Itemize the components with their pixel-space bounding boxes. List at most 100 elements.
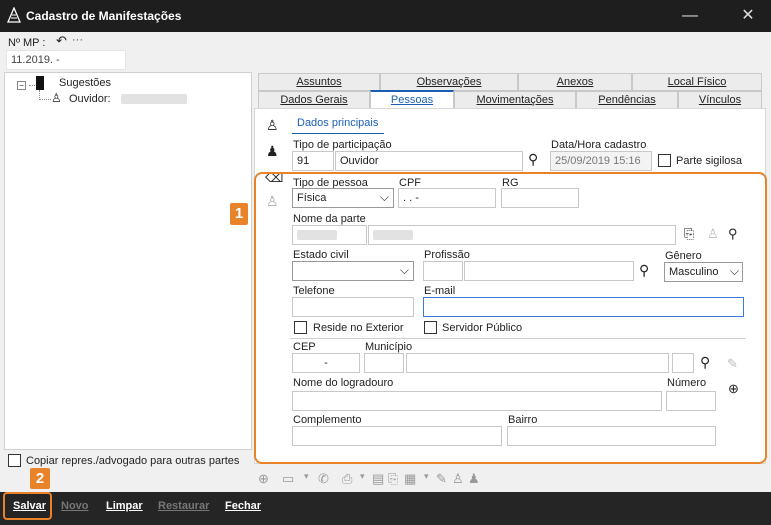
rg-field[interactable] — [501, 188, 579, 208]
person-lock-icon[interactable]: ♟ — [266, 143, 279, 160]
novo-button[interactable]: Novo — [61, 500, 89, 512]
address-disabled-icon: ✎ — [727, 356, 738, 371]
cep-field[interactable]: - — [292, 353, 360, 373]
person-icon[interactable]: ♙ — [266, 117, 279, 134]
restaurar-button[interactable]: Restaurar — [158, 500, 209, 512]
data-hora-field: 25/09/2019 15:16 — [550, 151, 652, 171]
reside-exterior-checkbox[interactable] — [294, 321, 307, 334]
logradouro-label: Nome do logradouro — [293, 377, 394, 389]
person-icon: ♙ — [51, 91, 62, 105]
calendar-icon[interactable]: ▦ — [404, 471, 416, 487]
email-field[interactable] — [423, 297, 744, 317]
tab-movimentacoes[interactable]: Movimentações — [454, 91, 576, 109]
genero-value: Masculino — [669, 266, 719, 278]
copiar-label: Copiar repres./advogado para outras part… — [26, 455, 240, 467]
folder-icon — [36, 76, 44, 90]
undo-icon[interactable]: ↶ — [56, 33, 67, 49]
profissao-label: Profissão — [424, 249, 470, 261]
copiar-checkbox[interactable] — [8, 454, 21, 467]
tree-item-ouvidor[interactable]: Ouvidor: — [69, 93, 111, 105]
phone-icon[interactable]: ✆ — [318, 471, 329, 487]
chevron-down-icon: ⌵ — [729, 264, 739, 278]
divider — [290, 338, 746, 339]
genero-label: Gênero — [665, 250, 702, 262]
estado-civil-label: Estado civil — [293, 249, 349, 261]
person-disabled-icon: ♙ — [707, 226, 719, 241]
tab-local-fisico[interactable]: Local Físico — [632, 73, 762, 91]
badge-1: 1 — [230, 203, 248, 225]
attach-icon[interactable]: ⎘ — [388, 471, 398, 487]
bairro-label: Bairro — [508, 414, 538, 426]
tipo-pessoa-select[interactable]: Física ⌵ — [292, 188, 394, 208]
title-bar: Cadastro de Manifestações — ✕ — [0, 0, 771, 32]
bairro-field[interactable] — [507, 426, 716, 446]
data-hora-label: Data/Hora cadastro — [551, 139, 647, 151]
tab-vinculos[interactable]: Vínculos — [678, 91, 762, 109]
nmp-label: Nº MP : — [8, 37, 46, 49]
nome-parte-field[interactable] — [368, 225, 676, 245]
telefone-field[interactable] — [292, 297, 414, 317]
tree-item-sugestoes[interactable]: Sugestões — [59, 77, 111, 89]
people-icon[interactable]: ♙ — [452, 471, 464, 487]
tipo-pessoa-value: Física — [297, 192, 327, 204]
tipo-participacao-code[interactable]: 91 — [292, 151, 334, 171]
subtab-dados-principais[interactable]: Dados principais — [297, 117, 378, 129]
collapse-icon[interactable]: − — [17, 81, 26, 90]
minimize-icon[interactable]: — — [680, 6, 700, 26]
add-address-icon[interactable]: ⊕ — [728, 381, 739, 397]
group-icon[interactable]: ♟ — [468, 471, 480, 487]
complemento-label: Complemento — [293, 414, 362, 426]
chevron-down-icon: ⌵ — [399, 263, 409, 277]
tipo-participacao-field[interactable]: Ouvidor — [335, 151, 523, 171]
nome-parte-code[interactable] — [292, 225, 367, 245]
nmp-field[interactable]: 11.2019. - — [6, 50, 126, 70]
municipio-code[interactable] — [364, 353, 404, 373]
tree-panel: − Sugestões ♙ Ouvidor: — [4, 72, 252, 450]
limpar-button[interactable]: Limpar — [106, 500, 143, 512]
close-icon[interactable]: ✕ — [738, 6, 758, 26]
cep-label: CEP — [293, 341, 316, 353]
chevron-down-icon: ⌵ — [379, 190, 389, 204]
print-icon[interactable]: ⎙ — [342, 471, 352, 487]
tab-observacoes[interactable]: Observações — [380, 73, 518, 91]
search-icon[interactable]: ⚲ — [528, 151, 538, 168]
logradouro-field[interactable] — [292, 391, 662, 411]
tab-pendencias[interactable]: Pendências — [576, 91, 678, 109]
profissao-code[interactable] — [423, 261, 463, 281]
chevron-down-icon[interactable]: ▾ — [360, 471, 365, 482]
municipio-label: Município — [365, 341, 413, 353]
window-title: Cadastro de Manifestações — [26, 9, 182, 23]
document-icon[interactable]: ▤ — [372, 471, 384, 487]
parte-sigilosa-checkbox[interactable] — [658, 154, 671, 167]
telefone-label: Telefone — [293, 285, 335, 297]
person-search-icon[interactable]: ⚲ — [728, 226, 738, 242]
tab-pessoas[interactable]: Pessoas — [370, 90, 454, 109]
nome-parte-label: Nome da parte — [293, 213, 366, 225]
search-icon[interactable]: ⚲ — [639, 262, 649, 279]
tab-anexos[interactable]: Anexos — [518, 73, 632, 91]
profissao-field[interactable] — [464, 261, 634, 281]
chevron-down-icon[interactable]: ▾ — [424, 471, 429, 482]
complemento-field[interactable] — [292, 426, 502, 446]
tab-dados-gerais[interactable]: Dados Gerais — [258, 91, 370, 109]
servidor-publico-checkbox[interactable] — [424, 321, 437, 334]
municipio-uf[interactable] — [672, 353, 694, 373]
servidor-publico-label: Servidor Público — [442, 322, 523, 334]
person-card-icon[interactable]: ⎘ — [684, 226, 694, 242]
search-icon[interactable]: ⚲ — [700, 354, 710, 371]
edit-icon[interactable]: ✎ — [436, 471, 447, 487]
add-person-icon[interactable]: ⊕ — [258, 471, 269, 487]
numero-label: Número — [667, 377, 707, 389]
salvar-button[interactable]: Salvar — [13, 500, 46, 512]
tab-assuntos[interactable]: Assuntos — [258, 73, 380, 91]
cpf-field[interactable]: . . - — [398, 188, 496, 208]
chevron-down-icon[interactable]: ▾ — [304, 471, 309, 482]
estado-civil-select[interactable]: ⌵ — [292, 261, 414, 281]
more-icon[interactable]: ··· — [72, 34, 83, 46]
folder-icon[interactable]: ▭ — [282, 471, 294, 487]
fechar-button[interactable]: Fechar — [225, 500, 261, 512]
municipio-field[interactable] — [406, 353, 669, 373]
genero-select[interactable]: Masculino ⌵ — [664, 262, 743, 282]
numero-field[interactable] — [666, 391, 716, 411]
email-label: E-mail — [424, 285, 456, 297]
